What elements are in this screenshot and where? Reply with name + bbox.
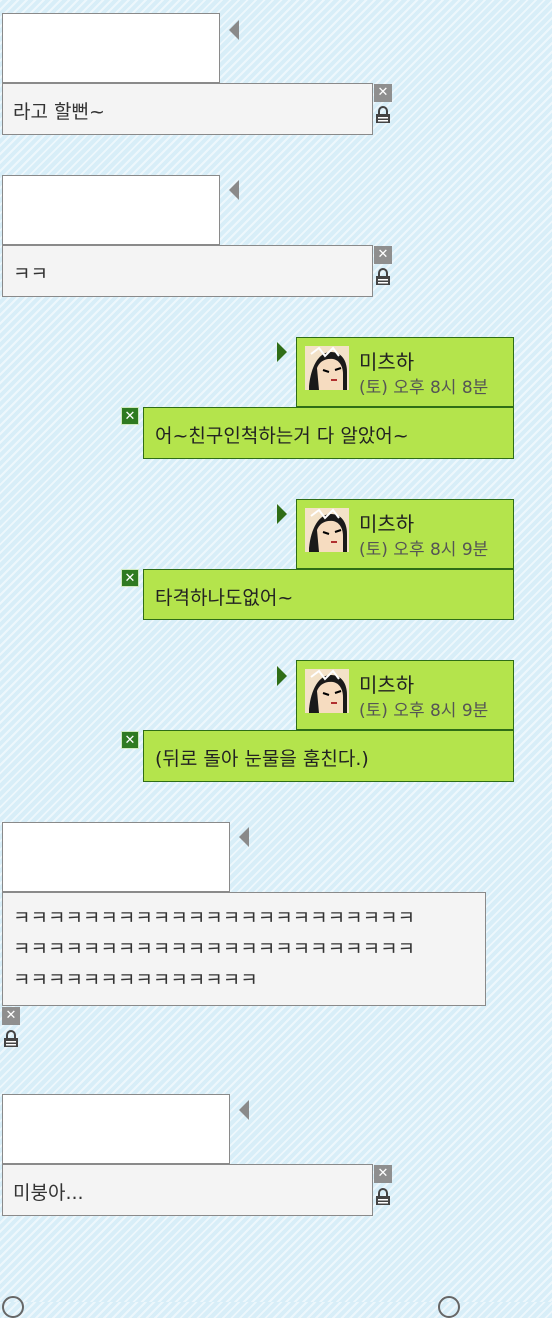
- speech-arrow-icon: [239, 1100, 249, 1120]
- message-text: 어~친구인척하는거 다 알았어~: [155, 425, 409, 447]
- message-bubble: ㅋㅋ: [2, 245, 373, 297]
- message-text: 미붕아...: [13, 1182, 84, 1204]
- message-bubble: 어~친구인척하는거 다 알았어~: [143, 407, 514, 459]
- close-icon[interactable]: ✕: [121, 731, 139, 749]
- radio-option[interactable]: [438, 1296, 460, 1318]
- close-icon[interactable]: ✕: [121, 407, 139, 425]
- message-header-blank: [2, 13, 220, 83]
- sender-name: 미츠하: [359, 350, 415, 374]
- message-bubble: 미붕아...: [2, 1164, 373, 1216]
- message-bubble: (뒤로 돌아 눈물을 훔친다.): [143, 730, 514, 782]
- message-header-blank: [2, 1094, 230, 1164]
- speech-arrow-icon: [277, 666, 287, 686]
- sender-name: 미츠하: [359, 673, 415, 697]
- lock-icon[interactable]: [374, 1188, 392, 1206]
- timestamp: (토) 오후 8시 8분: [359, 378, 489, 398]
- speech-arrow-icon: [239, 827, 249, 847]
- speech-arrow-icon: [229, 180, 239, 200]
- message-header-blank: [2, 175, 220, 245]
- message-text: 타격하나도없어~: [155, 587, 294, 609]
- close-icon[interactable]: ✕: [121, 569, 139, 587]
- message-header: 미츠하 (토) 오후 8시 8분: [296, 337, 514, 407]
- message-text: (뒤로 돌아 눈물을 훔친다.): [155, 748, 369, 770]
- speech-arrow-icon: [229, 20, 239, 40]
- message-bubble: 타격하나도없어~: [143, 569, 514, 620]
- close-icon[interactable]: ✕: [374, 1165, 392, 1183]
- message-text: ㅋㅋ: [13, 263, 48, 285]
- timestamp: (토) 오후 8시 9분: [359, 701, 489, 721]
- message-header-blank: [2, 822, 230, 892]
- speech-arrow-icon: [277, 504, 287, 524]
- speech-arrow-icon: [277, 342, 287, 362]
- message-text: 라고 할뻔~: [13, 101, 105, 123]
- close-icon[interactable]: ✕: [374, 246, 392, 264]
- message-line: ㅋㅋㅋㅋㅋㅋㅋㅋㅋㅋㅋㅋㅋㅋㅋㅋㅋㅋㅋㅋㅋㅋㅋ: [13, 938, 416, 960]
- sender-name: 미츠하: [359, 512, 415, 536]
- timestamp: (토) 오후 8시 9분: [359, 540, 489, 560]
- message-bubble: ㅋㅋㅋㅋㅋㅋㅋㅋㅋㅋㅋㅋㅋㅋㅋㅋㅋㅋㅋㅋㅋㅋㅋ ㅋㅋㅋㅋㅋㅋㅋㅋㅋㅋㅋㅋㅋㅋㅋㅋ…: [2, 892, 486, 1006]
- message-header: 미츠하 (토) 오후 8시 9분: [296, 660, 514, 730]
- close-icon[interactable]: ✕: [374, 84, 392, 102]
- lock-icon[interactable]: [374, 106, 392, 124]
- avatar: [305, 669, 349, 713]
- avatar: [305, 508, 349, 552]
- message-bubble: 라고 할뻔~: [2, 83, 373, 135]
- avatar: [305, 346, 349, 390]
- lock-icon[interactable]: [374, 268, 392, 286]
- message-line: ㅋㅋㅋㅋㅋㅋㅋㅋㅋㅋㅋㅋㅋㅋ: [13, 969, 258, 991]
- lock-icon[interactable]: [2, 1030, 20, 1048]
- radio-option[interactable]: [2, 1296, 24, 1318]
- message-line: ㅋㅋㅋㅋㅋㅋㅋㅋㅋㅋㅋㅋㅋㅋㅋㅋㅋㅋㅋㅋㅋㅋㅋ: [13, 907, 416, 929]
- message-header: 미츠하 (토) 오후 8시 9분: [296, 499, 514, 569]
- close-icon[interactable]: ✕: [2, 1007, 20, 1025]
